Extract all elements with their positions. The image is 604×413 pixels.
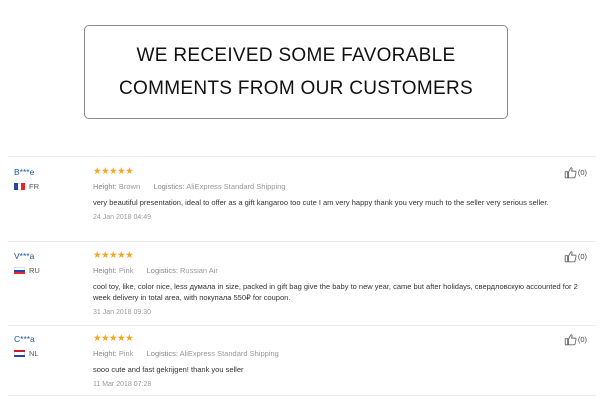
divider	[8, 156, 596, 157]
like-button[interactable]: (0)	[564, 250, 587, 263]
review-meta: Height: Pink Logistics: AliExpress Stand…	[93, 348, 583, 359]
logistics-label: Logistics:	[146, 349, 178, 358]
banner-line-2: COMMENTS FROM OUR CUSTOMERS	[119, 78, 473, 99]
height-value: Pink	[118, 349, 134, 358]
flag-ru-icon	[14, 267, 25, 274]
review-date: 31 Jan 2018 09:30	[93, 309, 151, 316]
like-button[interactable]: (0)	[564, 333, 587, 346]
review-date: 24 Jan 2018 04:49	[93, 214, 151, 221]
reviewer-name[interactable]: B***e	[14, 166, 84, 178]
like-button[interactable]: (0)	[564, 166, 587, 179]
reviewer-name[interactable]: C***a	[14, 333, 84, 345]
divider	[8, 325, 596, 326]
flag-nl-icon	[14, 350, 25, 357]
reviewer-info: B***e FR	[14, 166, 84, 191]
logistics-value: AliExpress Standard Shipping	[186, 182, 286, 191]
star-rating: ★★★★★	[93, 333, 134, 344]
country-code: RU	[29, 266, 40, 275]
review-meta: Height: Pink Logistics: Russian Air	[93, 265, 583, 276]
review-date: 11 Mar 2018 07:28	[93, 381, 152, 388]
height-value: Brown	[118, 182, 141, 191]
country-code: FR	[29, 182, 39, 191]
logistics-label: Logistics:	[146, 266, 178, 275]
star-rating: ★★★★★	[93, 166, 134, 177]
review-content: ★★★★★ Height: Pink Logistics: Russian Ai…	[93, 250, 583, 318]
flag-fr-icon	[14, 183, 26, 190]
reviewer-country: FR	[14, 182, 84, 191]
promo-banner: WE RECEIVED SOME FAVORABLE COMMENTS FROM…	[84, 25, 508, 119]
logistics-value: Russian Air	[180, 266, 218, 275]
like-count: (0)	[577, 168, 587, 177]
reviewer-country: NL	[14, 349, 84, 358]
reviewer-country: RU	[14, 266, 84, 275]
logistics-value: AliExpress Standard Shipping	[179, 349, 279, 358]
logistics-label: Logistics:	[153, 182, 185, 191]
country-code: NL	[29, 349, 39, 358]
review-text: cool toy, like, color nice, less думала …	[93, 282, 578, 302]
like-count: (0)	[577, 335, 587, 344]
height-label: Height:	[93, 182, 117, 191]
reviewer-info: C***a NL	[14, 333, 84, 358]
review-text: very beautiful presentation, ideal to of…	[93, 198, 549, 207]
review-content: ★★★★★ Height: Pink Logistics: AliExpress…	[93, 333, 583, 390]
height-label: Height:	[93, 349, 117, 358]
reviewer-info: V***a RU	[14, 250, 84, 275]
divider	[8, 241, 596, 242]
review-text: sooo cute and fast gekrijgen! thank you …	[93, 365, 244, 374]
like-count: (0)	[577, 252, 587, 261]
thumbs-up-icon	[564, 167, 577, 179]
thumbs-up-icon	[564, 251, 577, 263]
banner-line-1: WE RECEIVED SOME FAVORABLE	[136, 45, 456, 66]
star-rating: ★★★★★	[93, 250, 134, 261]
height-value: Pink	[118, 266, 134, 275]
divider	[8, 395, 596, 396]
review-meta: Height: Brown Logistics: AliExpress Stan…	[93, 181, 583, 192]
height-label: Height:	[93, 266, 117, 275]
thumbs-up-icon	[564, 334, 577, 346]
review-content: ★★★★★ Height: Brown Logistics: AliExpres…	[93, 166, 583, 223]
reviewer-name[interactable]: V***a	[14, 250, 84, 262]
